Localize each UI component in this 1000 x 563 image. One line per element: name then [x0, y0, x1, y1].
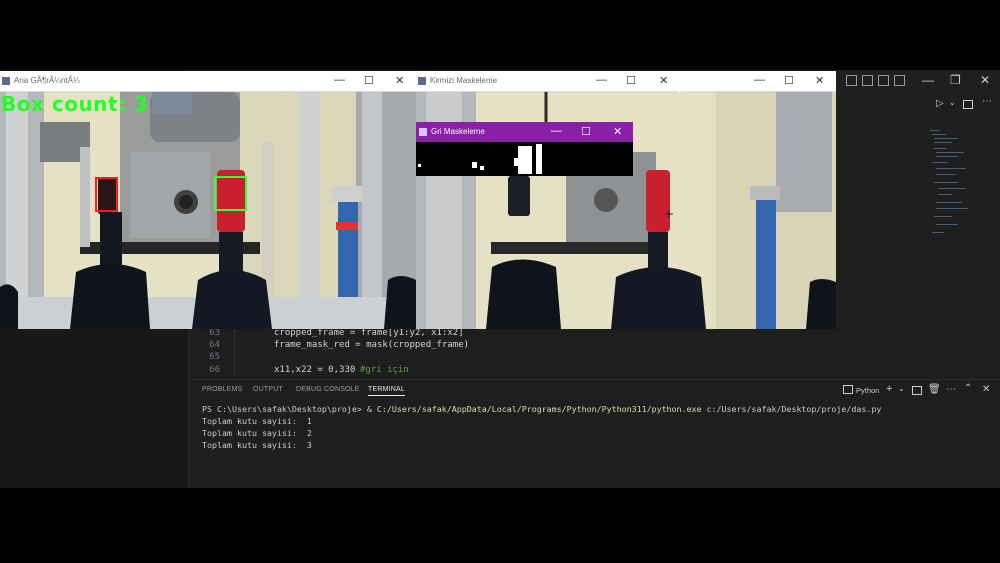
maximize-icon[interactable]: ☐ [626, 74, 636, 87]
maximize-icon[interactable]: ☐ [581, 125, 591, 138]
minimize-icon[interactable]: — [334, 74, 345, 86]
panel-tab-bar: PROBLEMS OUTPUT DEBUG CONSOLE TERMINAL P… [190, 383, 1000, 399]
minimize-icon[interactable]: — [754, 74, 765, 86]
new-terminal-icon[interactable]: + [886, 383, 892, 395]
run-icon[interactable]: ▷ [936, 98, 944, 109]
window-title: Gri Maskeleme [431, 127, 485, 136]
line-number: 65 [209, 352, 220, 362]
run-dropdown-chevron-icon[interactable]: ⌄ [949, 98, 956, 107]
terminal-output-line: Toplam kutu sayisi: 2 [202, 428, 312, 438]
line-number: 64 [209, 340, 220, 350]
app-icon [419, 128, 427, 136]
terminal-shell-label[interactable]: Python [856, 386, 879, 395]
tab-output[interactable]: OUTPUT [253, 386, 283, 393]
indent-guide [234, 328, 235, 376]
terminal-command-line: PS C:\Users\safak\Desktop\proje> & C:/Us… [202, 404, 992, 414]
code-line: x11,x22 = 0,330 [274, 365, 356, 375]
trash-icon[interactable]: 🗑 [928, 384, 941, 395]
terminal-shell-icon [843, 385, 853, 394]
maximize-icon[interactable]: ☐ [364, 74, 374, 87]
vscode-title-bar: — ❐ ✕ [836, 70, 1000, 92]
close-icon[interactable]: ✕ [395, 74, 404, 87]
close-icon[interactable]: ✕ [980, 73, 990, 87]
close-icon[interactable]: ✕ [613, 125, 622, 138]
minimize-icon[interactable]: — [551, 125, 562, 137]
minimize-icon[interactable]: — [922, 73, 934, 87]
restore-icon[interactable]: ❐ [950, 73, 961, 87]
code-line: frame_mask_red = mask(cropped_frame) [274, 340, 470, 350]
more-actions-icon[interactable]: ⋯ [946, 384, 956, 395]
terminal-command: C:/Users/safak/AppData/Local/Programs/Py… [376, 404, 702, 414]
code-comment: #gri için [360, 365, 409, 375]
split-editor-icon[interactable] [963, 100, 973, 109]
close-panel-icon[interactable]: ✕ [982, 384, 990, 395]
app-icon [2, 77, 10, 85]
customize-layout-icon[interactable] [894, 75, 905, 86]
minimize-icon[interactable]: — [596, 74, 607, 86]
terminal-dropdown-icon[interactable]: ⌄ [898, 384, 905, 393]
terminal-argument: c:/Users/safak/Desktop/proje/das.py [701, 404, 882, 414]
panel-divider [190, 379, 1000, 380]
tab-debug-console[interactable]: DEBUG CONSOLE [296, 386, 360, 393]
line-number: 63 [209, 328, 220, 338]
tab-terminal[interactable]: TERMINAL [368, 386, 405, 396]
gray-mask-window[interactable]: Gri Maskeleme — ☐ ✕ [416, 122, 633, 176]
maximize-icon[interactable]: ☐ [784, 74, 794, 87]
terminal-output-line: Toplam kutu sayisi: 3 [202, 440, 312, 450]
minimap[interactable] [928, 128, 968, 248]
toggle-panel-icon[interactable] [862, 75, 873, 86]
toggle-secondary-sidebar-icon[interactable] [878, 75, 889, 86]
maximize-panel-icon[interactable]: ⌃ [964, 383, 972, 394]
main-view-window[interactable]: Ana GÃ¶rÃ¼ntÃ¼ — ☐ ✕ Box count: 3 [0, 71, 416, 329]
tab-problems[interactable]: PROBLEMS [202, 386, 243, 393]
more-actions-icon[interactable]: ⋯ [982, 96, 992, 107]
window-title: Kirmizi Maskeleme [430, 76, 498, 85]
close-icon[interactable]: ✕ [815, 74, 824, 87]
code-line: cropped_frame = frame[y1:y2, x1:x2] [274, 328, 464, 338]
box-count-overlay: Box count: 3 [1, 92, 149, 116]
terminal[interactable]: PS C:\Users\safak\Desktop\proje> & C:/Us… [202, 404, 992, 450]
gray-mask-frame [416, 142, 633, 176]
video-frame [0, 92, 416, 329]
terminal-prompt: PS C:\Users\safak\Desktop\proje> & [202, 404, 377, 414]
red-mask-title-bar[interactable]: Kirmizi Maskeleme — ☐ ✕ — ☐ ✕ [416, 71, 836, 92]
window-title: Ana GÃ¶rÃ¼ntÃ¼ [14, 76, 80, 85]
main-view-title-bar[interactable]: Ana GÃ¶rÃ¼ntÃ¼ — ☐ ✕ [0, 71, 416, 92]
red-mask-window[interactable]: Kirmizi Maskeleme — ☐ ✕ — ☐ ✕ + [416, 71, 836, 329]
toggle-sidebar-icon[interactable] [846, 75, 857, 86]
close-icon[interactable]: ✕ [659, 74, 668, 87]
gray-mask-title-bar[interactable]: Gri Maskeleme — ☐ ✕ [416, 122, 633, 142]
split-terminal-icon[interactable] [912, 386, 922, 395]
line-number: 66 [209, 365, 220, 375]
terminal-output-line: Toplam kutu sayisi: 1 [202, 416, 312, 426]
svg-text:+: + [664, 207, 674, 221]
app-icon [418, 77, 426, 85]
